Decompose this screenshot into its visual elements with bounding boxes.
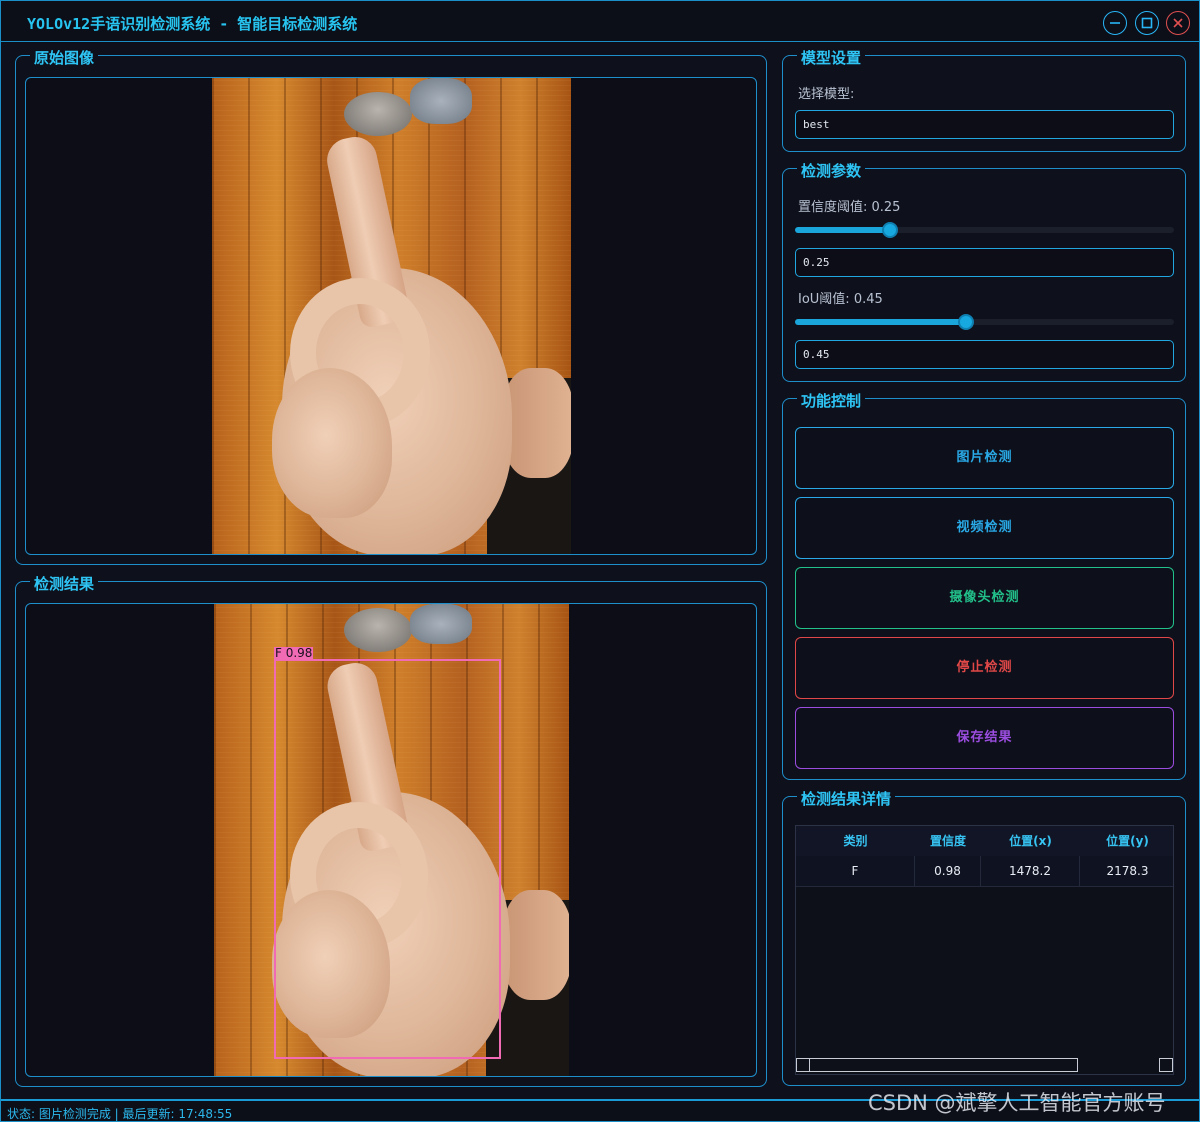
stop-detect-button[interactable]: 停止检测 [795, 637, 1174, 699]
photo-foot [502, 890, 569, 1000]
results-detail-panel: 检测结果详情 类别 置信度 位置(x) 位置(y) F 0.98 1478.2 … [782, 788, 1186, 1086]
horizontal-scrollbar[interactable] [796, 1058, 1078, 1072]
scroll-left-arrow[interactable] [796, 1058, 810, 1072]
photo-cloth [410, 604, 472, 644]
scroll-right-arrow[interactable] [1159, 1058, 1173, 1072]
image-detect-button[interactable]: 图片检测 [795, 427, 1174, 489]
detection-result-panel: 检测结果 F 0.98 [15, 573, 767, 1087]
iou-slider-fill [795, 319, 966, 325]
watermark: CSDN @斌擎人工智能官方账号 [868, 1091, 1166, 1115]
photo-foot [502, 368, 571, 478]
table-header-class[interactable]: 类别 [796, 826, 915, 856]
app-window: YOLOv12手语识别检测系统 - 智能目标检测系统 原始图像 检测结果 F 0… [0, 0, 1200, 1122]
photo-stand [344, 608, 412, 652]
detect-params-title: 检测参数 [797, 160, 866, 181]
table-row-divider [796, 886, 1173, 887]
camera-detect-button[interactable]: 摄像头检测 [795, 567, 1174, 629]
minimize-button[interactable] [1103, 11, 1127, 35]
conf-threshold-input[interactable]: 0.25 [795, 248, 1174, 277]
function-control-title: 功能控制 [797, 390, 866, 411]
iou-threshold-label: IoU阈值: 0.45 [798, 292, 883, 307]
conf-slider-handle[interactable] [881, 222, 898, 238]
model-select-label: 选择模型: [798, 87, 855, 102]
original-image-title: 原始图像 [30, 47, 99, 68]
conf-threshold-label: 置信度阈值: 0.25 [798, 200, 901, 215]
save-result-button[interactable]: 保存结果 [795, 707, 1174, 769]
conf-slider-fill [795, 227, 890, 233]
photo-stand [344, 92, 412, 136]
result-photo: F 0.98 [214, 604, 569, 1076]
results-detail-title: 检测结果详情 [797, 788, 896, 809]
video-detect-button[interactable]: 视频检测 [795, 497, 1174, 559]
original-image-view [25, 77, 757, 555]
status-text: 状态: 图片检测完成 | 最后更新: 17:48:55 [7, 1107, 233, 1121]
results-table: 类别 置信度 位置(x) 位置(y) F 0.98 1478.2 2178.3 [795, 825, 1174, 1075]
minimize-icon [1110, 22, 1120, 24]
table-header-confidence[interactable]: 置信度 [915, 826, 981, 856]
window-title: YOLOv12手语识别检测系统 - 智能目标检测系统 [27, 15, 358, 33]
title-divider [1, 41, 1199, 42]
table-cell-x[interactable]: 1478.2 [981, 856, 1080, 886]
close-icon [1173, 18, 1183, 28]
iou-slider-handle[interactable] [957, 314, 974, 330]
detection-label: F 0.98 [274, 646, 314, 660]
table-cell-y[interactable]: 2178.3 [1080, 856, 1173, 886]
title-bar[interactable]: YOLOv12手语识别检测系统 - 智能目标检测系统 [1, 1, 1199, 43]
table-header-y[interactable]: 位置(y) [1080, 826, 1173, 856]
detect-params-panel: 检测参数 置信度阈值: 0.25 0.25 IoU阈值: 0.45 0.45 [782, 160, 1186, 382]
model-settings-panel: 模型设置 选择模型: best [782, 47, 1186, 152]
close-button[interactable] [1166, 11, 1190, 35]
table-cell-class[interactable]: F [796, 856, 915, 886]
photo-cloth [410, 78, 472, 124]
maximize-button[interactable] [1135, 11, 1159, 35]
detection-bounding-box [274, 659, 501, 1059]
function-control-panel: 功能控制 图片检测 视频检测 摄像头检测 停止检测 保存结果 [782, 390, 1186, 780]
original-photo [212, 78, 571, 554]
maximize-icon [1141, 17, 1153, 29]
conf-threshold-slider[interactable] [795, 222, 1174, 238]
model-select[interactable]: best [795, 110, 1174, 139]
original-image-panel: 原始图像 [15, 47, 767, 565]
detection-result-title: 检测结果 [30, 573, 99, 594]
result-image-view: F 0.98 [25, 603, 757, 1077]
hand-thumb [272, 368, 392, 518]
iou-threshold-input[interactable]: 0.45 [795, 340, 1174, 369]
table-header-x[interactable]: 位置(x) [981, 826, 1080, 856]
model-settings-title: 模型设置 [797, 47, 866, 68]
table-cell-confidence[interactable]: 0.98 [915, 856, 981, 886]
iou-threshold-slider[interactable] [795, 314, 1174, 330]
